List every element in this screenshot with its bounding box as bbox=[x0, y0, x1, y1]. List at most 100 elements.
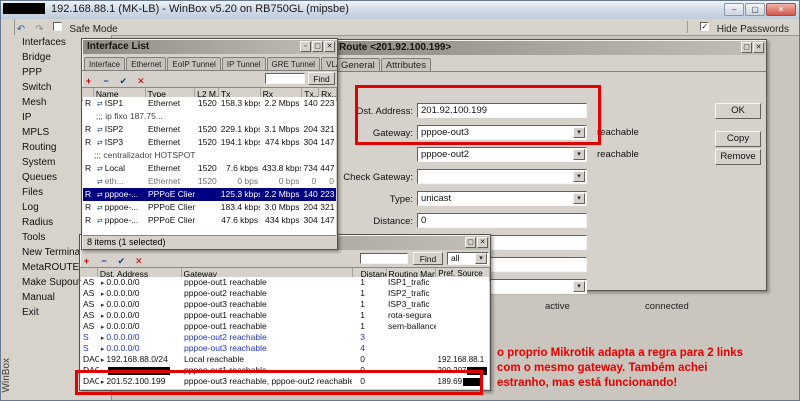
interface-find-input[interactable] bbox=[265, 73, 305, 84]
route-dst: ▸ 0.0.0.0/0 bbox=[100, 332, 140, 342]
interface-list-tab[interactable]: GRE Tunnel bbox=[266, 57, 321, 70]
interface-row[interactable]: R ⇄ Local Ethernet 1520 7.6 kbps 433.8 kb… bbox=[83, 162, 336, 175]
interface-row[interactable]: ⇄;;; centralizador HOTSPOT bbox=[83, 149, 336, 162]
remove-icon[interactable]: − bbox=[97, 254, 110, 269]
route-dialog-title[interactable]: Route <201.92.100.199> ▢ ✕ bbox=[335, 41, 765, 55]
route-row[interactable]: S ▸ 0.0.0.0/0 pppoe-out3 reachable 4 bbox=[81, 343, 489, 354]
close-button[interactable]: ✕ bbox=[766, 3, 796, 16]
route-dst: ▸ 0.0.0.0/0 bbox=[100, 343, 140, 353]
disable-icon[interactable]: ✕ bbox=[132, 254, 145, 269]
interface-icon: ⇄ bbox=[96, 192, 103, 199]
app-titlebar[interactable]: 192.168.88.1 (MK-LB) - WinBox v5.20 on R… bbox=[1, 1, 799, 20]
route-filter-value: all bbox=[451, 253, 460, 263]
interface-type: Ethernet bbox=[147, 137, 181, 147]
interface-tx: 47.6 kbps bbox=[221, 215, 259, 225]
safe-mode-label[interactable]: Safe Mode bbox=[69, 24, 117, 35]
main-toolbar: ↶ ↷ Safe Mode ✓ Hide Passwords bbox=[14, 19, 799, 36]
route-dialog-tab[interactable]: General bbox=[336, 58, 380, 71]
gateway-dropdown[interactable]: pppoe-out2 ▾ bbox=[417, 147, 587, 162]
interface-list-tab[interactable]: VLAN bbox=[321, 57, 337, 70]
sidebar-item-label: Manual bbox=[22, 292, 55, 303]
window-maximize-icon[interactable]: ▢ bbox=[465, 237, 476, 248]
route-row[interactable]: AS ▸ 0.0.0.0/0 pppoe-out2 reachable 1 ISP… bbox=[81, 288, 489, 299]
type-label: Type: bbox=[389, 194, 413, 205]
route-find-input[interactable] bbox=[360, 253, 408, 264]
route-flags: AS bbox=[83, 299, 95, 309]
interface-rx-packets: 147 bbox=[320, 137, 335, 147]
interface-row[interactable]: R ⇄ pppoe-... PPPoE Client 47.6 kbps 434 … bbox=[83, 214, 336, 227]
interface-name: ⇄ Local bbox=[96, 163, 126, 173]
interface-tx bbox=[249, 149, 279, 162]
route-dst: ▸ 0.0.0.0/0 bbox=[100, 310, 140, 320]
chevron-down-icon[interactable]: ▾ bbox=[573, 149, 585, 160]
window-close-icon[interactable]: ✕ bbox=[477, 237, 488, 248]
check-gateway-dropdown[interactable]: ▾ bbox=[417, 169, 587, 184]
remove-icon[interactable]: − bbox=[99, 74, 112, 89]
window-close-icon[interactable]: ✕ bbox=[324, 41, 335, 52]
minimize-button[interactable]: – bbox=[724, 3, 744, 16]
chevron-down-icon[interactable]: ▾ bbox=[573, 281, 585, 292]
interface-flags: R bbox=[85, 215, 92, 225]
interface-find-button[interactable]: Find bbox=[308, 72, 335, 85]
route-row[interactable]: S ▸ 0.0.0.0/0 pppoe-out2 reachable 3 bbox=[81, 332, 489, 343]
interface-row[interactable]: R ⇄ pppoe-... PPPoE Client 125.3 kbps 2.2… bbox=[83, 188, 336, 201]
dialog-maximize-icon[interactable]: ▢ bbox=[741, 42, 752, 53]
interface-rx-packets: 223 bbox=[320, 189, 335, 199]
chevron-down-icon[interactable]: ▾ bbox=[573, 171, 585, 182]
distance-input[interactable] bbox=[417, 213, 587, 228]
interface-row[interactable]: ⇄ eth... Ethernet 1520 0 bps 0 bps 0 0 bbox=[83, 175, 336, 188]
interface-tx-packets: 0 bbox=[311, 176, 317, 186]
window-maximize-icon[interactable]: ▢ bbox=[312, 41, 323, 52]
interface-list-tab[interactable]: IP Tunnel bbox=[221, 57, 266, 70]
interface-list-tab[interactable]: Interface bbox=[84, 57, 126, 70]
sidebar-item-label: Bridge bbox=[22, 52, 51, 63]
dialog-close-icon[interactable]: ✕ bbox=[753, 42, 764, 53]
enable-icon[interactable]: ✔ bbox=[117, 74, 130, 89]
interface-rx: 3.0 Mbps bbox=[264, 202, 300, 212]
interface-list-tab[interactable]: EoIP Tunnel bbox=[167, 57, 221, 70]
route-pref-source bbox=[436, 277, 489, 288]
type-dropdown[interactable]: unicast ▾ bbox=[417, 191, 587, 206]
route-row[interactable]: DAC ▸192.168.88.0/24 Local reachable 0 1… bbox=[81, 354, 489, 365]
route-row[interactable]: AS ▸ 0.0.0.0/0 pppoe-out1 reachable 1 ISP… bbox=[81, 277, 489, 288]
route-gateway: Local reachable bbox=[184, 354, 245, 364]
remove-button[interactable]: Remove bbox=[715, 149, 761, 165]
route-dialog-tab[interactable]: Attributes bbox=[380, 58, 431, 71]
window-minimize-icon[interactable]: ▫ bbox=[300, 41, 311, 52]
add-icon[interactable]: + bbox=[82, 74, 95, 89]
route-find-button[interactable]: Find bbox=[413, 252, 443, 265]
ok-button[interactable]: OK bbox=[715, 103, 761, 119]
route-row[interactable]: AS ▸ 0.0.0.0/0 pppoe-out3 reachable 1 ISP… bbox=[81, 299, 489, 310]
chevron-down-icon[interactable]: ▾ bbox=[475, 253, 487, 264]
sidebar-item-label: Interfaces bbox=[22, 37, 66, 48]
route-row[interactable]: AS ▸ 0.0.0.0/0 pppoe-out1 reachable 1 rot… bbox=[81, 310, 489, 321]
interface-flags: R bbox=[85, 163, 92, 173]
add-icon[interactable]: + bbox=[80, 254, 93, 269]
route-filter-dropdown[interactable]: all ▾ bbox=[447, 252, 489, 265]
interface-name: ⇄ pppoe-... bbox=[96, 215, 139, 225]
route-row[interactable]: AS ▸ 0.0.0.0/0 pppoe-out1 reachable 1 sem… bbox=[81, 321, 489, 332]
route-distance: 1 bbox=[360, 288, 366, 298]
interface-list-title[interactable]: Interface List ▫ ▢ ✕ bbox=[83, 40, 336, 54]
route-mark bbox=[386, 354, 436, 365]
interface-row[interactable]: R ⇄ pppoe-... PPPoE Client 183.4 kbps 3.0… bbox=[83, 201, 336, 214]
maximize-button[interactable]: ▢ bbox=[745, 3, 765, 16]
interface-rx: 0 bps bbox=[278, 176, 300, 186]
route-item-icon: ▸ bbox=[100, 324, 105, 331]
toolbar-divider bbox=[686, 20, 688, 33]
disable-icon[interactable]: ✕ bbox=[134, 74, 147, 89]
interface-name: ⇄;;; ip fixo 187.75... bbox=[95, 111, 163, 121]
interface-row[interactable]: R ⇄ ISP3 Ethernet 1520 194.1 kbps 474 kbp… bbox=[83, 136, 336, 149]
interface-icon: ⇄ bbox=[96, 166, 103, 173]
hide-passwords-label[interactable]: Hide Passwords bbox=[717, 24, 789, 35]
route-gateway: pppoe-out1 reachable bbox=[184, 277, 267, 287]
enable-icon[interactable]: ✔ bbox=[115, 254, 128, 269]
safe-mode-checkbox[interactable] bbox=[52, 22, 62, 32]
interface-row[interactable]: ⇄;;; ip fixo 187.75... bbox=[83, 110, 336, 123]
hide-passwords-checkbox[interactable]: ✓ bbox=[700, 22, 710, 32]
interface-row[interactable]: R ⇄ ISP1 Ethernet 1520 158.3 kbps 2.2 Mbp… bbox=[83, 97, 336, 110]
chevron-down-icon[interactable]: ▾ bbox=[573, 193, 585, 204]
interface-row[interactable]: R ⇄ ISP2 Ethernet 1520 229.1 kbps 3.1 Mbp… bbox=[83, 123, 336, 136]
interface-list-tab[interactable]: Ethernet bbox=[126, 57, 167, 70]
copy-button[interactable]: Copy bbox=[715, 131, 761, 147]
